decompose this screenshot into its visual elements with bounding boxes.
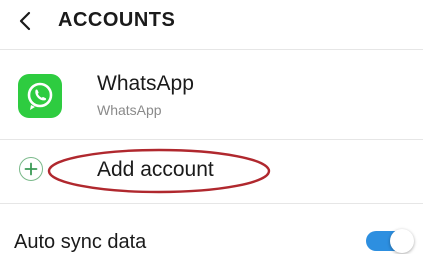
- auto-sync-toggle[interactable]: [366, 229, 416, 253]
- back-button[interactable]: [8, 4, 42, 38]
- account-row-whatsapp[interactable]: WhatsApp WhatsApp: [0, 52, 423, 132]
- divider: [0, 139, 423, 140]
- page-title: ACCOUNTS: [58, 9, 176, 31]
- toggle-knob: [390, 229, 414, 253]
- whatsapp-icon: [18, 74, 62, 118]
- add-account-label: Add account: [97, 158, 214, 181]
- divider: [0, 203, 423, 204]
- divider: [0, 49, 423, 50]
- auto-sync-row: Auto sync data: [0, 206, 423, 254]
- add-account-button[interactable]: Add account: [0, 146, 423, 198]
- chevron-left-icon: [19, 11, 31, 31]
- account-type: WhatsApp: [97, 102, 162, 118]
- plus-circle-icon: [19, 157, 43, 181]
- auto-sync-label: Auto sync data: [14, 231, 147, 253]
- account-name: WhatsApp: [97, 72, 194, 95]
- app-bar: ACCOUNTS: [0, 0, 423, 46]
